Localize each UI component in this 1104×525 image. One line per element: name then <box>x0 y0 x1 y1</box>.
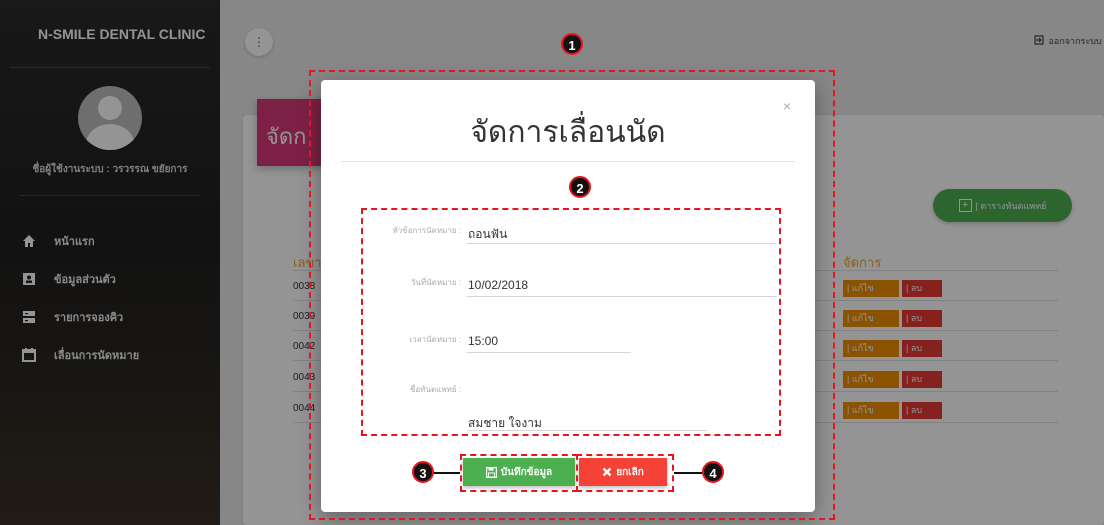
annotation-badge-1: 1 <box>561 33 583 55</box>
annotation-badge-2: 2 <box>569 176 591 198</box>
annotation-badge-3: 3 <box>412 461 434 483</box>
annotation-connector <box>432 472 460 474</box>
annotation-box-cancel <box>576 454 674 492</box>
annotation-badge-4: 4 <box>702 461 724 483</box>
annotation-box-form <box>361 208 781 436</box>
annotation-box-save <box>460 454 578 492</box>
annotation-connector <box>674 472 704 474</box>
